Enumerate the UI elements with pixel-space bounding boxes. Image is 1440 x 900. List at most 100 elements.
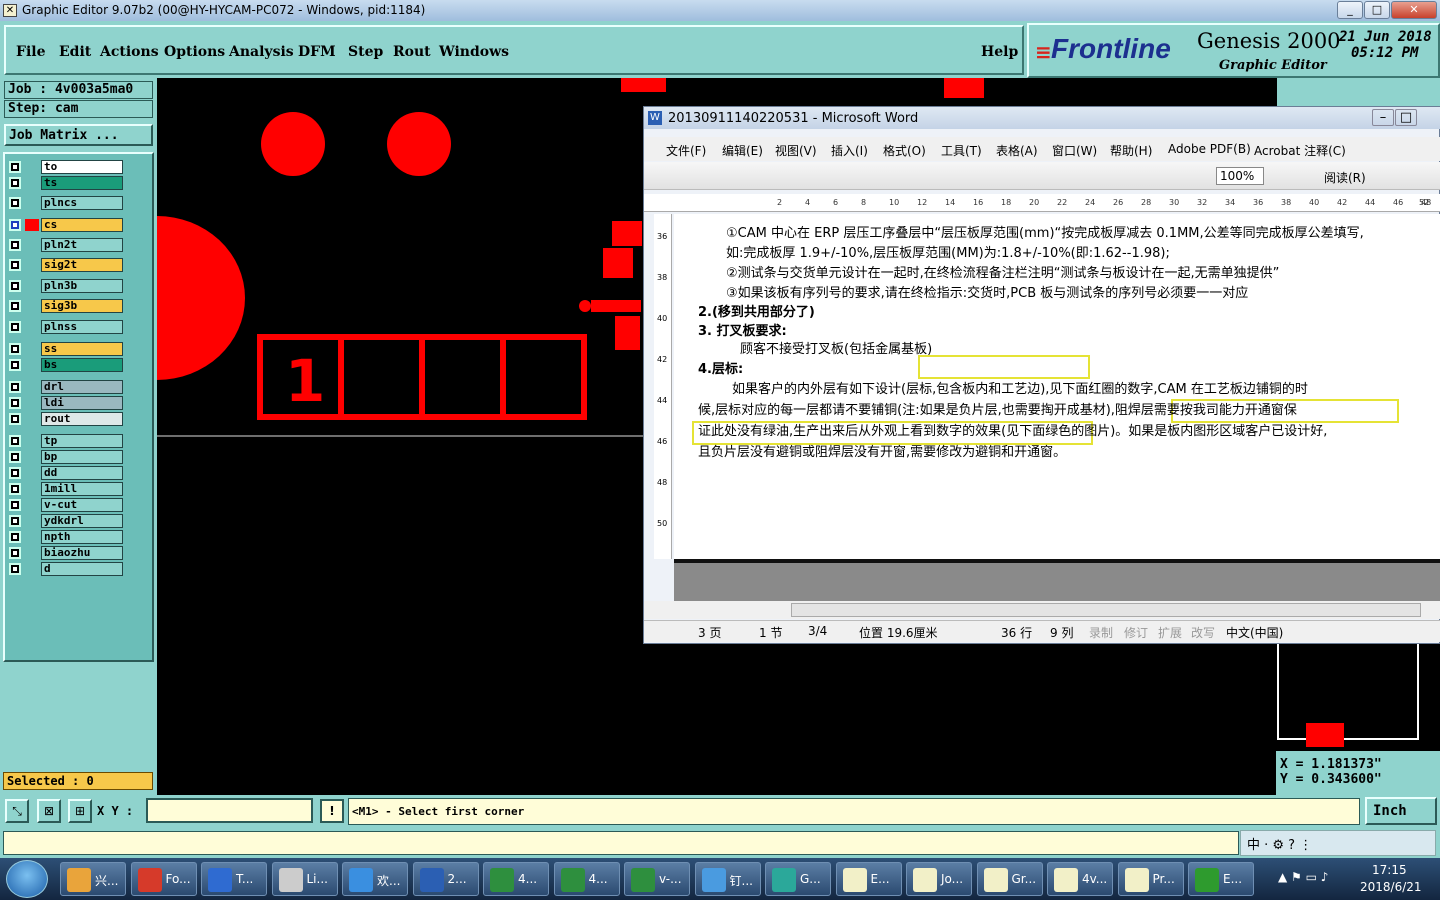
layer-name[interactable]: pln2t: [41, 238, 123, 252]
layer-row-ydkdrl[interactable]: ydkdrl: [9, 514, 126, 528]
layer-checkbox[interactable]: [9, 499, 21, 511]
layer-checkbox[interactable]: [9, 177, 21, 189]
layer-name[interactable]: tp: [41, 434, 123, 448]
layer-checkbox[interactable]: [9, 435, 21, 447]
menu-options[interactable]: Options: [164, 44, 225, 60]
horizontal-scrollbar[interactable]: [644, 601, 1440, 619]
layer-checkbox[interactable]: [9, 381, 21, 393]
layer-name[interactable]: drl: [41, 380, 123, 394]
layer-checkbox[interactable]: [9, 343, 21, 355]
ime-toolbar[interactable]: 中 · ⚙ ? ⋮: [1240, 830, 1436, 856]
word-menu-item[interactable]: 窗口(W): [1052, 142, 1097, 159]
layer-row-biaozhu[interactable]: biaozhu: [9, 546, 126, 560]
taskbar-button[interactable]: G...: [765, 862, 831, 896]
taskbar-button[interactable]: Jo...: [906, 862, 972, 896]
layer-name[interactable]: ldi: [41, 396, 123, 410]
layer-name[interactable]: plncs: [41, 196, 123, 210]
layer-checkbox[interactable]: [9, 397, 21, 409]
layer-name[interactable]: ss: [41, 342, 123, 356]
layer-row-cs[interactable]: cs: [9, 218, 126, 232]
menu-file[interactable]: File: [16, 44, 45, 60]
scroll-thumb[interactable]: [791, 603, 1421, 617]
taskbar-button[interactable]: 4...: [553, 862, 620, 896]
word-menu-item[interactable]: 帮助(H): [1110, 142, 1152, 159]
layer-checkbox[interactable]: [9, 483, 21, 495]
word-menu-item[interactable]: 工具(T): [941, 142, 982, 159]
layer-name[interactable]: rout: [41, 412, 123, 426]
word-minimize-button[interactable]: –: [1372, 109, 1394, 126]
read-mode-button[interactable]: 阅读(R): [1324, 169, 1366, 186]
layer-row-plnss[interactable]: plnss: [9, 320, 126, 334]
taskbar-button[interactable]: Gr...: [976, 862, 1043, 896]
word-menu-item[interactable]: 编辑(E): [722, 142, 763, 159]
layer-row-plncs[interactable]: plncs: [9, 196, 126, 210]
taskbar-button[interactable]: 4v...: [1047, 862, 1113, 896]
menu-rout[interactable]: Rout: [393, 44, 431, 60]
layer-row-pln3b[interactable]: pln3b: [9, 279, 126, 293]
word-window[interactable]: W 20130911140220531 - Microsoft Word – □…: [643, 106, 1440, 644]
taskbar-button[interactable]: E...: [835, 862, 902, 896]
layer-row-tp[interactable]: tp: [9, 434, 126, 448]
tray-icons[interactable]: ▲ ⚑ ▭ ♪: [1278, 870, 1328, 884]
menu-step[interactable]: Step: [348, 44, 383, 60]
zoom-area-icon[interactable]: ⤡: [5, 799, 29, 823]
layer-name[interactable]: plnss: [41, 320, 123, 334]
layer-checkbox[interactable]: [9, 515, 21, 527]
layer-checkbox[interactable]: [9, 300, 21, 312]
taskbar-button[interactable]: v-...: [624, 862, 690, 896]
layer-checkbox[interactable]: [9, 219, 21, 231]
layer-name[interactable]: bp: [41, 450, 123, 464]
layer-name[interactable]: npth: [41, 530, 123, 544]
zoom-box[interactable]: 100%: [1216, 167, 1264, 185]
layer-row-dd[interactable]: dd: [9, 466, 126, 480]
taskbar-button[interactable]: E...: [1188, 862, 1254, 896]
layer-checkbox[interactable]: [9, 547, 21, 559]
layer-row-1mill[interactable]: 1mill: [9, 482, 126, 496]
layer-name[interactable]: ydkdrl: [41, 514, 123, 528]
taskbar-button[interactable]: 4...: [483, 862, 549, 896]
word-menu-item[interactable]: 表格(A): [996, 142, 1038, 159]
menu-dfm[interactable]: DFM: [298, 44, 336, 60]
menu-analysis[interactable]: Analysis: [229, 44, 294, 60]
layer-name[interactable]: to: [41, 160, 123, 174]
menu-actions[interactable]: Actions: [100, 44, 159, 60]
layer-name[interactable]: sig3b: [41, 299, 123, 313]
layer-name[interactable]: 1mill: [41, 482, 123, 496]
start-button[interactable]: [6, 860, 48, 898]
layer-row-pln2t[interactable]: pln2t: [9, 238, 126, 252]
xy-input[interactable]: [146, 798, 313, 823]
close-button[interactable]: ✕: [1391, 1, 1437, 19]
layer-checkbox[interactable]: [9, 531, 21, 543]
layer-row-sig3b[interactable]: sig3b: [9, 299, 126, 313]
taskbar-button[interactable]: 钉...: [694, 862, 761, 896]
layer-row-sig2t[interactable]: sig2t: [9, 258, 126, 272]
layer-checkbox[interactable]: [9, 467, 21, 479]
layer-checkbox[interactable]: [9, 280, 21, 292]
menu-edit[interactable]: Edit: [59, 44, 91, 60]
taskbar-button[interactable]: 欢...: [342, 862, 408, 896]
layer-name[interactable]: d: [41, 562, 123, 576]
layer-name[interactable]: cs: [41, 218, 123, 232]
taskbar-button[interactable]: Pr...: [1117, 862, 1184, 896]
layer-row-ldi[interactable]: ldi: [9, 396, 126, 410]
taskbar-button[interactable]: 兴...: [60, 862, 126, 896]
word-menu-item[interactable]: 插入(I): [831, 142, 868, 159]
layer-name[interactable]: ts: [41, 176, 123, 190]
word-menu-item[interactable]: 文件(F): [666, 142, 706, 159]
menu-windows[interactable]: Windows: [439, 44, 509, 60]
taskbar-button[interactable]: Fo...: [130, 862, 197, 896]
layer-checkbox[interactable]: [9, 161, 21, 173]
word-restore-button[interactable]: □: [1395, 109, 1417, 126]
layer-row-bp[interactable]: bp: [9, 450, 126, 464]
layer-name[interactable]: v-cut: [41, 498, 123, 512]
zoom-grid-icon[interactable]: ⊠: [37, 799, 61, 823]
word-menu-item[interactable]: 视图(V): [775, 142, 817, 159]
unit-button[interactable]: Inch: [1365, 797, 1437, 825]
word-menu-item[interactable]: Acrobat 注释(C): [1254, 142, 1346, 159]
layer-name[interactable]: pln3b: [41, 279, 123, 293]
taskbar-button[interactable]: T...: [201, 862, 267, 896]
layer-checkbox[interactable]: [9, 563, 21, 575]
layer-checkbox[interactable]: [9, 259, 21, 271]
layer-row-drl[interactable]: drl: [9, 380, 126, 394]
layer-row-d[interactable]: d: [9, 562, 126, 576]
